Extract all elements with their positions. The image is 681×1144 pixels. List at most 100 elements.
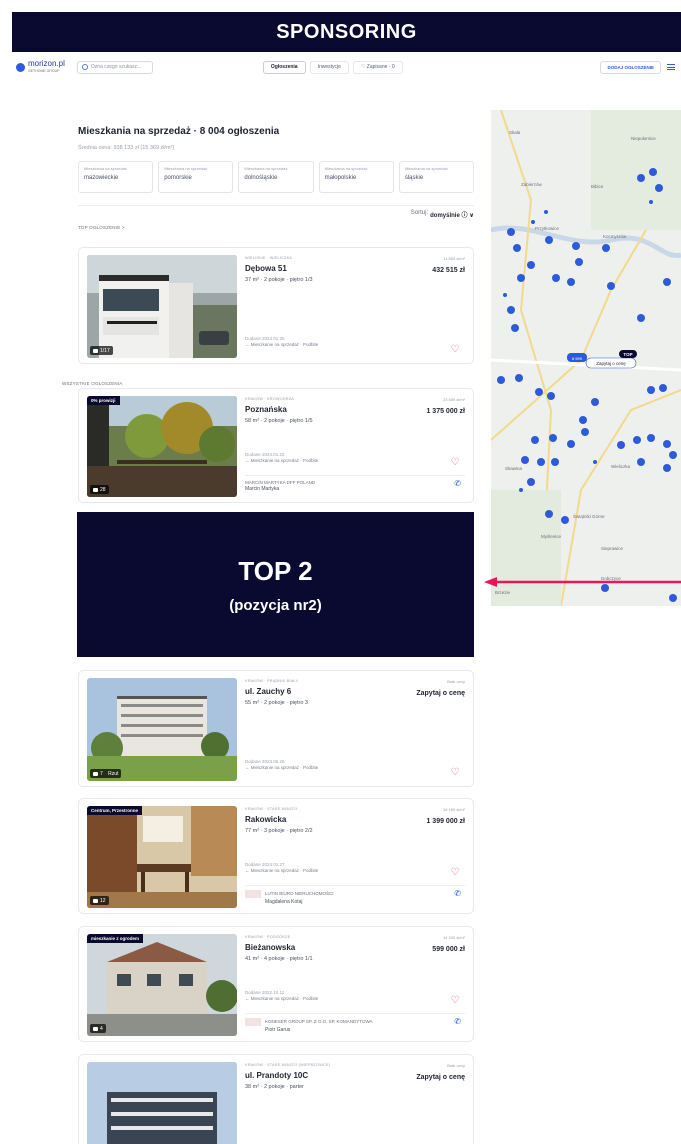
listing-price: 1 399 000 zł (426, 818, 465, 825)
map-label: Kocmyrzów (603, 234, 627, 239)
listing-location: KRAKÓW · PRĄDNIK BIAŁY (245, 679, 299, 683)
top2-placement: TOP 2 (pozycja nr2) (77, 512, 474, 657)
listing-added: Dodane 2024.01.27 ← Mieszkanie na sprzeda… (245, 862, 319, 873)
favorite-heart-icon[interactable]: ♡ (449, 867, 461, 879)
floorplan-label: Rzut (108, 770, 119, 777)
map-label: Brzezie (495, 590, 511, 595)
region-name: dolnośląskie (244, 175, 278, 181)
phone-icon[interactable]: ✆ (454, 1017, 461, 1026)
listing-tag: mieszkanie z ogrodem (87, 934, 144, 943)
search-icon (81, 64, 88, 70)
all-listings-label: WSZYSTKIE OGŁOSZENIA (62, 381, 123, 386)
map-label: Niepołomice (631, 136, 656, 141)
region-pomorskie[interactable]: Mieszkania na sprzedaż pomorskie (158, 161, 234, 193)
listing-card[interactable]: mieszkanie z ogrodem 4 KRAKÓW · PODGÓRZE… (78, 926, 474, 1042)
price-per-m2: 11 669 zł/m² (443, 256, 465, 261)
listing-params: 41 m² · 4 pokoje · piętro 1/1 (245, 956, 313, 962)
listing-photo[interactable] (87, 1062, 237, 1144)
region-name: małopolskie (324, 175, 357, 181)
average-price: Średnia cena: 938 133 zł (15 369 zł/m²) (78, 145, 175, 151)
top-listing-label[interactable]: TOP OGŁOSZENIE > (78, 225, 474, 230)
main-tabs: Ogłoszenia Inwestycje ♡ Zapisane · 0 (262, 60, 403, 74)
agent-info[interactable]: LUTIN BIURO NIERUCHOMOŚCI Magdalena Kotaj (245, 885, 465, 905)
listing-price: Zapytaj o cenę (416, 690, 465, 697)
map-label: Przytkowice (535, 226, 560, 231)
listing-photo[interactable]: 0% prowizji 28 (87, 396, 237, 497)
region-name: śląskie (404, 175, 424, 181)
camera-icon (93, 898, 98, 903)
photo-counter: 1/17 (90, 346, 113, 355)
map-label: Skała (509, 130, 521, 135)
page-title: Mieszkania na sprzedaż · 8 004 ogłoszeni… (78, 126, 280, 137)
region-name: mazowieckie (84, 175, 119, 181)
listing-tag: 0% prowizji (87, 396, 120, 405)
sort-control[interactable]: Sortuj: domyślnie ⓘ ∨ (78, 205, 474, 219)
map-count-badge[interactable]: 6 599 (572, 356, 583, 361)
favorite-heart-icon[interactable]: ♡ (449, 767, 461, 779)
search-input[interactable]: Ozna czego szukasz... (76, 60, 153, 74)
listing-photo[interactable]: 7 Rzut (87, 678, 237, 781)
top2-subtitle: (pozycja nr2) (229, 596, 322, 614)
region-malopolskie[interactable]: Mieszkania na sprzedaż małopolskie (318, 161, 394, 193)
camera-icon (93, 1026, 98, 1031)
map-label: Myślenice (541, 534, 562, 539)
listing-card[interactable]: Centrum, Przestronne 12 KRAKÓW · STARE M… (78, 798, 474, 914)
tab-investments[interactable]: Inwestycje (309, 60, 349, 74)
listing-price: 432 515 zł (432, 267, 465, 274)
price-per-m2: 18 169 zł/m² (442, 807, 465, 812)
map-canvas[interactable]: 6 599 Zapytaj o cenę TOP Skała Zabierzów… (491, 110, 681, 606)
price-per-m2: Brak ceny (447, 679, 465, 684)
listing-params: 37 m² · 2 pokoje · piętro 1/3 (245, 277, 313, 283)
listing-params: 77 m² · 3 pokoje · piętro 2/2 (245, 828, 313, 834)
favorite-heart-icon[interactable]: ♡ (449, 344, 461, 356)
price-per-m2: 14 330 zł/m² (442, 935, 465, 940)
listing-added: Dodane 2024.01.22 ← Mieszkanie na sprzeda… (245, 452, 319, 463)
camera-icon (93, 348, 98, 353)
listing-location: WIELISKIE · WIELICZKA (245, 256, 293, 260)
top2-title: TOP 2 (238, 555, 313, 586)
listing-card[interactable]: 7 Rzut KRAKÓW · PRĄDNIK BIAŁY Brak ceny … (78, 670, 474, 787)
menu-icon[interactable] (667, 64, 675, 70)
favorite-heart-icon[interactable]: ♡ (449, 995, 461, 1007)
photo-counter: 12 (90, 896, 109, 905)
listing-card[interactable]: KRAKÓW · STARE MIASTO (WIEPRZOWCE) Brak … (78, 1054, 474, 1144)
region-caption: Mieszkania na sprzedaż (404, 166, 448, 171)
phone-icon[interactable]: ✆ (454, 479, 461, 488)
camera-icon (93, 771, 98, 776)
photo-counter: 28 (90, 485, 109, 494)
banner-title: SPONSORING (276, 20, 417, 43)
listing-card[interactable]: 1/17 WIELISKIE · WIELICZKA 11 669 zł/m² … (78, 247, 474, 364)
add-listing-button[interactable]: DODAJ OGŁOSZENIE (600, 60, 661, 74)
listing-photo[interactable]: Centrum, Przestronne 12 (87, 806, 237, 908)
listings-map[interactable]: 6 599 Zapytaj o cenę TOP Skała Zabierzów… (491, 110, 681, 606)
region-name: pomorskie (164, 175, 192, 181)
logo-icon (16, 62, 25, 72)
site-logo[interactable]: morizon.pl GETHOME GROUP (16, 60, 65, 74)
agent-info[interactable]: KONESER GROUP SP. Z O.O. SP. KOMANDYTOWA… (245, 1013, 465, 1033)
agency-logo (245, 890, 261, 898)
listing-photo[interactable]: mieszkanie z ogrodem 4 (87, 934, 237, 1036)
map-price-bubble[interactable]: Zapytaj o cenę (596, 361, 626, 366)
tab-listings[interactable]: Ogłoszenia (262, 60, 306, 74)
favorite-heart-icon[interactable]: ♡ (449, 457, 461, 469)
phone-icon[interactable]: ✆ (454, 889, 461, 898)
agency-logo (245, 1018, 261, 1026)
listing-photo[interactable]: 1/17 (87, 255, 237, 358)
listing-price: 599 000 zł (432, 946, 465, 953)
listing-location: KRAKÓW · KROWODRZA (245, 397, 294, 401)
listing-location: KRAKÓW · STARE MIASTO (WIEPRZOWCE) (245, 1063, 331, 1067)
region-filters: Mieszkania na sprzedaż mazowieckie Mieszk… (78, 161, 475, 193)
listing-location: KRAKÓW · PODGÓRZE (245, 935, 291, 939)
listing-params: 55 m² · 2 pokoje · piętro 3 (245, 700, 308, 706)
tab-saved[interactable]: ♡ Zapisane · 0 (352, 60, 403, 74)
map-label: Bibice (591, 184, 604, 189)
camera-icon (93, 487, 98, 492)
pointer-arrow (484, 577, 681, 587)
sort-value: domyślnie ⓘ ∨ (430, 213, 474, 219)
region-caption: Mieszkania na sprzedaż (324, 166, 368, 171)
agent-info[interactable]: MARCIN MARTYKA DFF POLAND Marcin Martyka (245, 475, 465, 492)
region-mazowieckie[interactable]: Mieszkania na sprzedaż mazowieckie (78, 161, 154, 193)
region-dolnoslaskie[interactable]: Mieszkania na sprzedaż dolnośląskie (238, 161, 314, 193)
region-slaskie[interactable]: Mieszkania na sprzedaż śląskie (398, 161, 475, 193)
listing-card[interactable]: 0% prowizji 28 KRAKÓW · KROWODRZA 23 559… (78, 388, 474, 503)
